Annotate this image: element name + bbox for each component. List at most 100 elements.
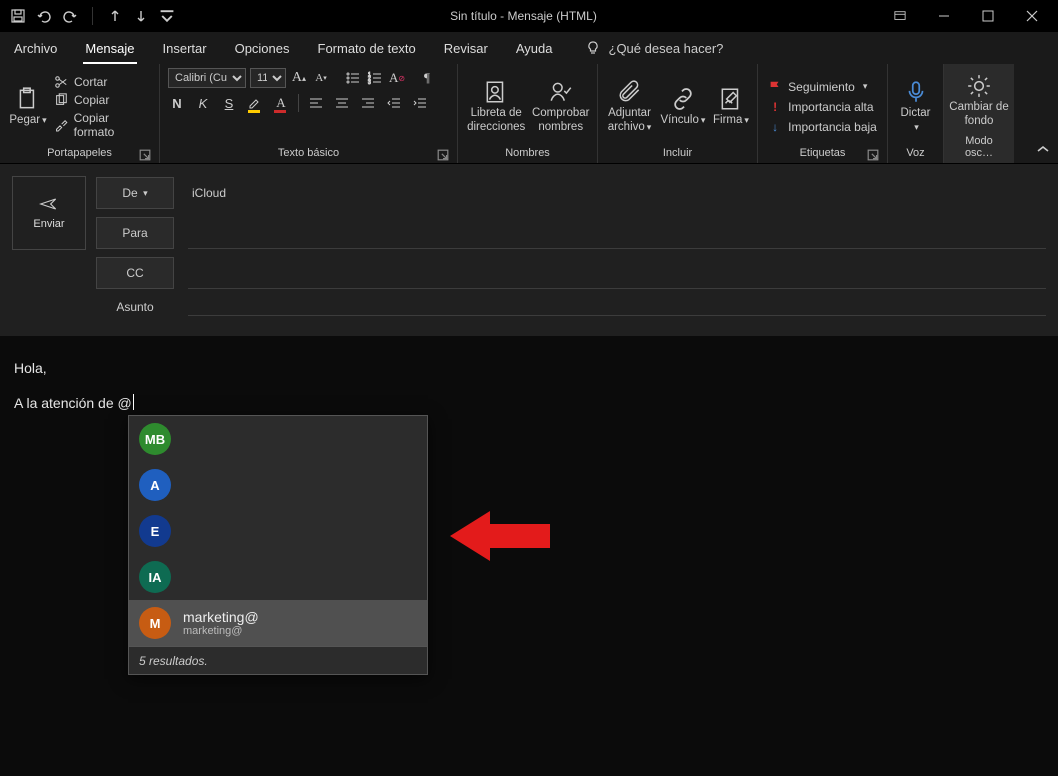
dialog-launcher-icon[interactable]	[437, 149, 449, 161]
attach-file-button[interactable]: Adjuntar archivo▾	[604, 79, 655, 133]
group-voz: Dictar▾ Voz	[888, 64, 944, 163]
dialog-launcher-icon[interactable]	[139, 149, 151, 161]
redo-icon[interactable]	[62, 8, 78, 24]
suggestion-item[interactable]: E	[129, 508, 427, 554]
menu-insertar[interactable]: Insertar	[149, 32, 221, 64]
tell-me[interactable]: ¿Qué desea hacer?	[585, 40, 724, 56]
avatar: E	[139, 515, 171, 547]
group-portapapeles: Pegar▾ Cortar Copiar Copiar formato Port…	[0, 64, 160, 163]
save-icon[interactable]	[10, 8, 26, 24]
attach-file-label: Adjuntar archivo	[608, 107, 651, 132]
numbering-icon[interactable]: 123	[366, 69, 384, 87]
undo-icon[interactable]	[36, 8, 52, 24]
highlight-icon[interactable]	[246, 94, 264, 112]
svg-text:3: 3	[368, 80, 371, 86]
up-arrow-icon[interactable]	[107, 8, 123, 24]
address-book-icon	[483, 79, 509, 105]
dictate-button[interactable]: Dictar▾	[894, 79, 938, 133]
cc-field[interactable]	[188, 257, 1046, 289]
follow-up-button[interactable]: Seguimiento▾	[768, 80, 877, 94]
low-importance-button[interactable]: ↓ Importancia baja	[768, 120, 877, 134]
toggle-dark-mode-label: Cambiar de fondo	[949, 101, 1009, 127]
maximize-button[interactable]	[966, 0, 1010, 32]
signature-button[interactable]: Firma▾	[711, 86, 751, 127]
suggestion-text: marketing@marketing@	[183, 609, 259, 638]
font-name-select[interactable]: Calibri (Cu	[168, 68, 246, 88]
menu-ayuda[interactable]: Ayuda	[502, 32, 567, 64]
to-field[interactable]	[188, 217, 1046, 249]
dialog-launcher-icon[interactable]	[867, 149, 879, 161]
suggestion-item[interactable]: MB	[129, 416, 427, 462]
paste-button[interactable]: Pegar▾	[8, 86, 48, 127]
link-button[interactable]: Vínculo▾	[661, 86, 705, 127]
grow-font-icon[interactable]: A▴	[290, 69, 308, 87]
bold-button[interactable]: N	[168, 94, 186, 112]
to-button[interactable]: Para	[96, 217, 174, 249]
signature-label: Firma	[713, 114, 742, 126]
sun-icon	[966, 73, 992, 99]
suggestion-item[interactable]: A	[129, 462, 427, 508]
minimize-button[interactable]	[922, 0, 966, 32]
send-button[interactable]: Enviar	[12, 176, 86, 250]
customize-qat-icon[interactable]	[159, 8, 169, 24]
group-modo: Cambiar de fondo Modo osc…	[944, 64, 1014, 163]
indent-icon[interactable]	[411, 94, 429, 112]
send-label: Enviar	[33, 218, 64, 230]
paste-label: Pegar	[9, 114, 40, 126]
suggestion-item[interactable]: IA	[129, 554, 427, 600]
cut-button[interactable]: Cortar	[54, 75, 151, 89]
ribbon-display-options-icon[interactable]	[878, 0, 922, 32]
pilcrow-icon[interactable]: ¶	[418, 69, 436, 87]
menu-archivo[interactable]: Archivo	[0, 32, 71, 64]
outdent-icon[interactable]	[385, 94, 403, 112]
paperclip-icon	[617, 79, 643, 105]
avatar: A	[139, 469, 171, 501]
tell-me-label: ¿Qué desea hacer?	[609, 41, 724, 56]
cc-button[interactable]: CC	[96, 257, 174, 289]
low-importance-label: Importancia baja	[788, 120, 877, 134]
copy-button[interactable]: Copiar	[54, 93, 151, 107]
address-book-button[interactable]: Libreta de direcciones	[466, 79, 526, 133]
suggestion-footer: 5 resultados.	[129, 646, 427, 674]
high-importance-button[interactable]: ! Importancia alta	[768, 100, 877, 114]
flag-icon	[768, 80, 782, 94]
avatar: M	[139, 607, 171, 639]
menu-formato[interactable]: Formato de texto	[304, 32, 430, 64]
clear-formatting-icon[interactable]: A⊘	[388, 69, 406, 87]
down-arrow-icon[interactable]	[133, 8, 149, 24]
exclamation-icon: !	[768, 100, 782, 114]
menu-mensaje[interactable]: Mensaje	[71, 32, 148, 64]
follow-up-label: Seguimiento	[788, 80, 855, 94]
subject-field[interactable]	[188, 296, 1046, 316]
avatar: MB	[139, 423, 171, 455]
brush-icon	[54, 118, 68, 132]
toggle-dark-mode-button[interactable]: Cambiar de fondo	[949, 73, 1009, 127]
font-color-icon[interactable]: A	[272, 94, 290, 112]
bullets-icon[interactable]	[344, 69, 362, 87]
underline-button[interactable]: S	[220, 94, 238, 112]
scissors-icon	[54, 75, 68, 89]
suggestion-item[interactable]: Mmarketing@marketing@	[129, 600, 427, 646]
group-label-portapapeles: Portapapeles	[47, 147, 112, 159]
from-field[interactable]: iCloud	[188, 177, 1046, 209]
italic-button[interactable]: K	[194, 94, 212, 112]
group-label-incluir: Incluir	[606, 145, 749, 161]
from-button[interactable]: De ▾	[96, 177, 174, 209]
font-size-select[interactable]: 11	[250, 68, 286, 88]
align-right-icon[interactable]	[359, 94, 377, 112]
shrink-font-icon[interactable]: A▾	[312, 69, 330, 87]
menu-revisar[interactable]: Revisar	[430, 32, 502, 64]
collapse-ribbon-icon[interactable]	[1036, 142, 1050, 157]
format-painter-button[interactable]: Copiar formato	[54, 111, 151, 139]
group-texto-basico: Calibri (Cu 11 A▴ A▾ 123 A⊘ ¶ N K S A	[160, 64, 458, 163]
check-names-icon	[548, 79, 574, 105]
link-icon	[670, 86, 696, 112]
check-names-button[interactable]: Comprobar nombres	[532, 79, 589, 133]
copy-icon	[54, 93, 68, 107]
menu-opciones[interactable]: Opciones	[221, 32, 304, 64]
align-center-icon[interactable]	[333, 94, 351, 112]
close-button[interactable]	[1010, 0, 1054, 32]
body-line-1: Hola,	[14, 360, 1058, 376]
link-label: Vínculo	[661, 114, 699, 126]
align-left-icon[interactable]	[307, 94, 325, 112]
